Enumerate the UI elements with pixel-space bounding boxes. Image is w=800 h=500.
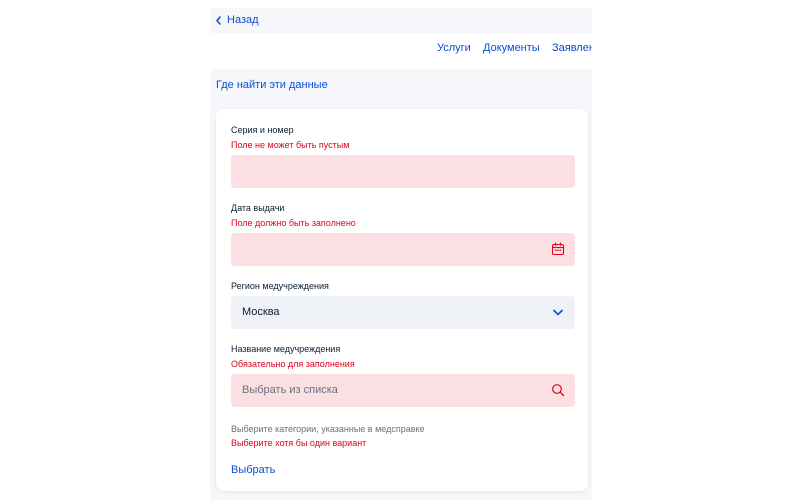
categories-hint: Выберите категории, указанные в медсправ…: [231, 424, 425, 434]
series-number-error: Поле не может быть пустым: [231, 140, 350, 150]
chevron-down-icon: [551, 305, 565, 319]
form-card: Серия и номер Поле не может быть пустым …: [216, 109, 588, 491]
nav-documents[interactable]: Документы: [483, 42, 540, 54]
series-number-label: Серия и номер: [231, 125, 294, 135]
search-icon[interactable]: [551, 383, 565, 397]
nav-services[interactable]: Услуги: [437, 42, 471, 54]
categories-error: Выберите хотя бы один вариант: [231, 438, 367, 448]
region-value: Москва: [242, 306, 280, 318]
issue-date-label: Дата выдачи: [231, 203, 285, 213]
institution-placeholder: Выбрать из списка: [242, 384, 338, 396]
nav-applications[interactable]: Заявлен: [552, 42, 592, 54]
chevron-left-icon: [215, 15, 222, 25]
back-label: Назад: [227, 14, 259, 26]
calendar-icon[interactable]: [551, 242, 565, 256]
region-select[interactable]: Москва: [231, 296, 575, 329]
top-nav: Услуги Документы Заявлен: [210, 33, 592, 69]
series-number-input[interactable]: [231, 155, 575, 188]
institution-search-input[interactable]: Выбрать из списка: [231, 374, 575, 407]
back-link[interactable]: Назад: [215, 14, 259, 26]
where-to-find-link[interactable]: Где найти эти данные: [216, 79, 328, 91]
page-container: Назад Услуги Документы Заявлен Где найти…: [210, 8, 592, 500]
issue-date-error: Поле должно быть заполнено: [231, 218, 356, 228]
issue-date-input[interactable]: [231, 233, 575, 266]
region-label: Регион медучреждения: [231, 281, 329, 291]
institution-error: Обязательно для заполнения: [231, 359, 355, 369]
institution-label: Название медучреждения: [231, 344, 341, 354]
choose-categories-link[interactable]: Выбрать: [231, 464, 275, 476]
